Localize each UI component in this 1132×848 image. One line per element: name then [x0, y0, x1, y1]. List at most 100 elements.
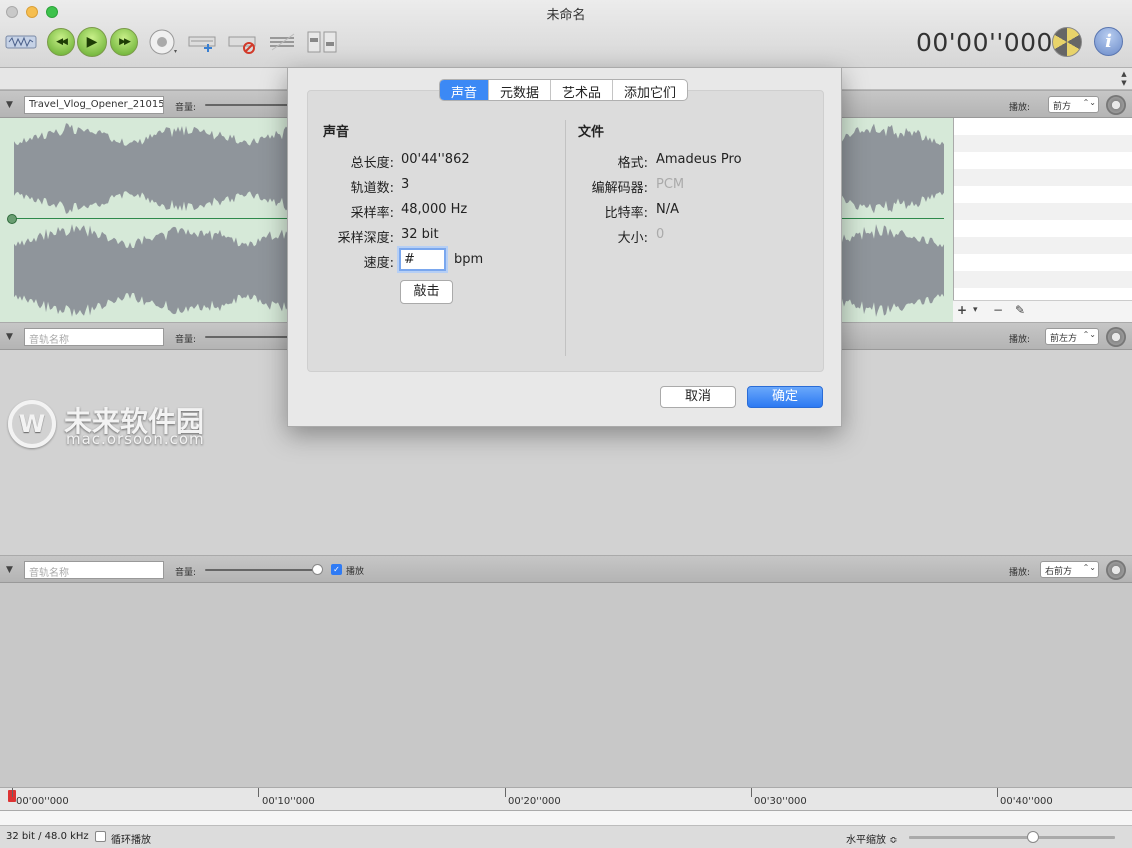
- field-label: 大小:: [617, 231, 648, 246]
- loop-checkbox[interactable]: [95, 831, 106, 842]
- marker-menu-icon[interactable]: ▾: [973, 305, 978, 315]
- field-value: 3: [401, 177, 410, 192]
- zoom-slider[interactable]: [909, 836, 1115, 839]
- info-icon[interactable]: i: [1094, 27, 1123, 56]
- channel-popup[interactable]: 前方 ⌃⌄: [1048, 96, 1099, 113]
- field-label: 比特率:: [604, 206, 648, 221]
- timeline-label: 00'30''000: [754, 796, 807, 807]
- field-label: 轨道数:: [350, 181, 394, 196]
- ok-button[interactable]: 确定: [747, 386, 823, 408]
- field-value: PCM: [656, 177, 685, 192]
- timeline-label: 00'00''000: [16, 796, 69, 807]
- playback-label: 播放:: [1009, 335, 1031, 345]
- timeline-label: 00'20''000: [508, 796, 561, 807]
- status-bar: 32 bit / 48.0 kHz 循环播放 水平缩放 ≎: [0, 825, 1132, 848]
- channel-popup[interactable]: 右前方 ⌃⌄: [1040, 561, 1099, 578]
- field-value: 00'44''862: [401, 152, 470, 167]
- disclosure-triangle-icon[interactable]: ▼: [6, 332, 13, 342]
- tap-tempo-button[interactable]: 敲击: [400, 280, 453, 304]
- file-heading: 文件: [578, 125, 605, 140]
- play-button[interactable]: ▶: [77, 27, 107, 57]
- add-marker-icon[interactable]: +: [957, 303, 967, 317]
- timeline-ruler[interactable]: 00'00''000 00'10''000 00'20''000 00'30''…: [0, 787, 1132, 811]
- gear-icon[interactable]: [1106, 327, 1126, 347]
- record-button[interactable]: [148, 28, 182, 56]
- tab-artwork[interactable]: 艺术品: [551, 80, 614, 100]
- sound-heading: 声音: [323, 125, 350, 140]
- marker-toolbar: + ▾ − ✎: [953, 300, 1132, 322]
- field-label: 编解码器:: [591, 181, 648, 196]
- timeline-label: 00'40''000: [1000, 796, 1053, 807]
- zoom-knob[interactable]: [1026, 831, 1039, 843]
- tab-sound[interactable]: 声音: [440, 80, 490, 100]
- volume-label: 音量:: [175, 568, 197, 578]
- mixer-icon[interactable]: [268, 28, 298, 56]
- envelope-point-icon[interactable]: [7, 214, 17, 224]
- field-value: 48,000 Hz: [401, 202, 468, 217]
- title-bar: 未命名 ◀◀ ▶ ▶▶ 00'00''000 i: [0, 0, 1132, 68]
- play-icon: ▶: [86, 34, 98, 50]
- rewind-button[interactable]: ◀◀: [47, 28, 75, 56]
- fast-forward-button[interactable]: ▶▶: [110, 28, 138, 56]
- track-name-field[interactable]: Travel_Vlog_Opener_21015: [24, 96, 164, 114]
- channel-popup[interactable]: 前左方 ⌃⌄: [1045, 328, 1099, 345]
- tempo-unit: bpm: [454, 252, 484, 267]
- channel-value: 右前方: [1045, 567, 1073, 577]
- track-name-field[interactable]: 音轨名称: [24, 328, 164, 346]
- field-label: 采样率:: [350, 206, 394, 221]
- play-checkbox-label: 播放: [346, 567, 365, 577]
- delete-track-icon[interactable]: [228, 28, 258, 56]
- edit-marker-icon[interactable]: ✎: [1015, 303, 1025, 317]
- tempo-label: 速度:: [363, 256, 394, 271]
- playback-label: 播放:: [1009, 103, 1031, 113]
- zoom-label[interactable]: 水平缩放 ≎: [846, 831, 898, 846]
- cancel-button[interactable]: 取消: [660, 386, 736, 408]
- timeline-tick: [12, 788, 13, 797]
- watermark-logo: W: [8, 400, 56, 448]
- waveform-view-icon[interactable]: [5, 28, 37, 56]
- timeline-tick: [258, 788, 259, 797]
- field-label: 格式:: [617, 156, 648, 171]
- gear-icon[interactable]: [1106, 560, 1126, 580]
- field-value: N/A: [656, 202, 679, 217]
- rewind-icon: ◀◀: [56, 37, 68, 47]
- add-track-icon[interactable]: [188, 28, 218, 56]
- settings-slider-icon[interactable]: [306, 28, 340, 56]
- volume-label: 音量:: [175, 335, 197, 345]
- play-checkbox[interactable]: ✓: [331, 564, 342, 575]
- vertical-scroll-arrows-icon[interactable]: ▲ ▼: [1117, 68, 1131, 90]
- field-value: 0: [656, 227, 665, 242]
- timecode-display: 00'00''000: [916, 28, 1053, 57]
- playback-label: 播放:: [1009, 568, 1031, 578]
- tempo-input[interactable]: #: [399, 248, 446, 271]
- fast-forward-icon: ▶▶: [119, 37, 131, 47]
- horizontal-scrollbar[interactable]: [0, 811, 1132, 825]
- format-status: 32 bit / 48.0 kHz: [6, 831, 89, 842]
- volume-slider[interactable]: [205, 569, 317, 571]
- disclosure-triangle-icon[interactable]: ▼: [6, 100, 13, 110]
- remove-marker-icon[interactable]: −: [993, 303, 1003, 317]
- volume-knob[interactable]: [312, 564, 323, 575]
- record-icon: [149, 29, 177, 55]
- field-label: 总长度:: [350, 156, 394, 171]
- field-value: Amadeus Pro: [656, 152, 742, 167]
- tab-add-them[interactable]: 添加它们: [613, 80, 687, 100]
- track-name-field[interactable]: 音轨名称: [24, 561, 164, 579]
- channel-value: 前方: [1053, 102, 1072, 112]
- track-3-area[interactable]: [0, 583, 1132, 787]
- timeline-tick: [505, 788, 506, 797]
- gear-icon[interactable]: [1106, 95, 1126, 115]
- timeline-tick: [751, 788, 752, 797]
- field-value: 32 bit: [401, 227, 439, 242]
- track-header-3: ▼ 音轨名称 音量: ✓ 播放 播放: 右前方 ⌃⌄: [0, 555, 1132, 583]
- loop-label: 循环播放: [111, 835, 151, 846]
- marker-list[interactable]: [953, 118, 1132, 300]
- channel-value: 前左方: [1050, 334, 1078, 344]
- timeline-tick: [997, 788, 998, 797]
- watermark-url: mac.orsoon.com: [66, 430, 205, 448]
- tab-metadata[interactable]: 元数据: [489, 80, 552, 100]
- dialog-tabs: 声音 元数据 艺术品 添加它们: [439, 79, 689, 101]
- radioactive-icon[interactable]: [1052, 27, 1082, 57]
- disclosure-triangle-icon[interactable]: ▼: [6, 565, 13, 575]
- properties-dialog: 声音 元数据 艺术品 添加它们 声音 总长度: 00'44''862 轨道数: …: [287, 67, 842, 427]
